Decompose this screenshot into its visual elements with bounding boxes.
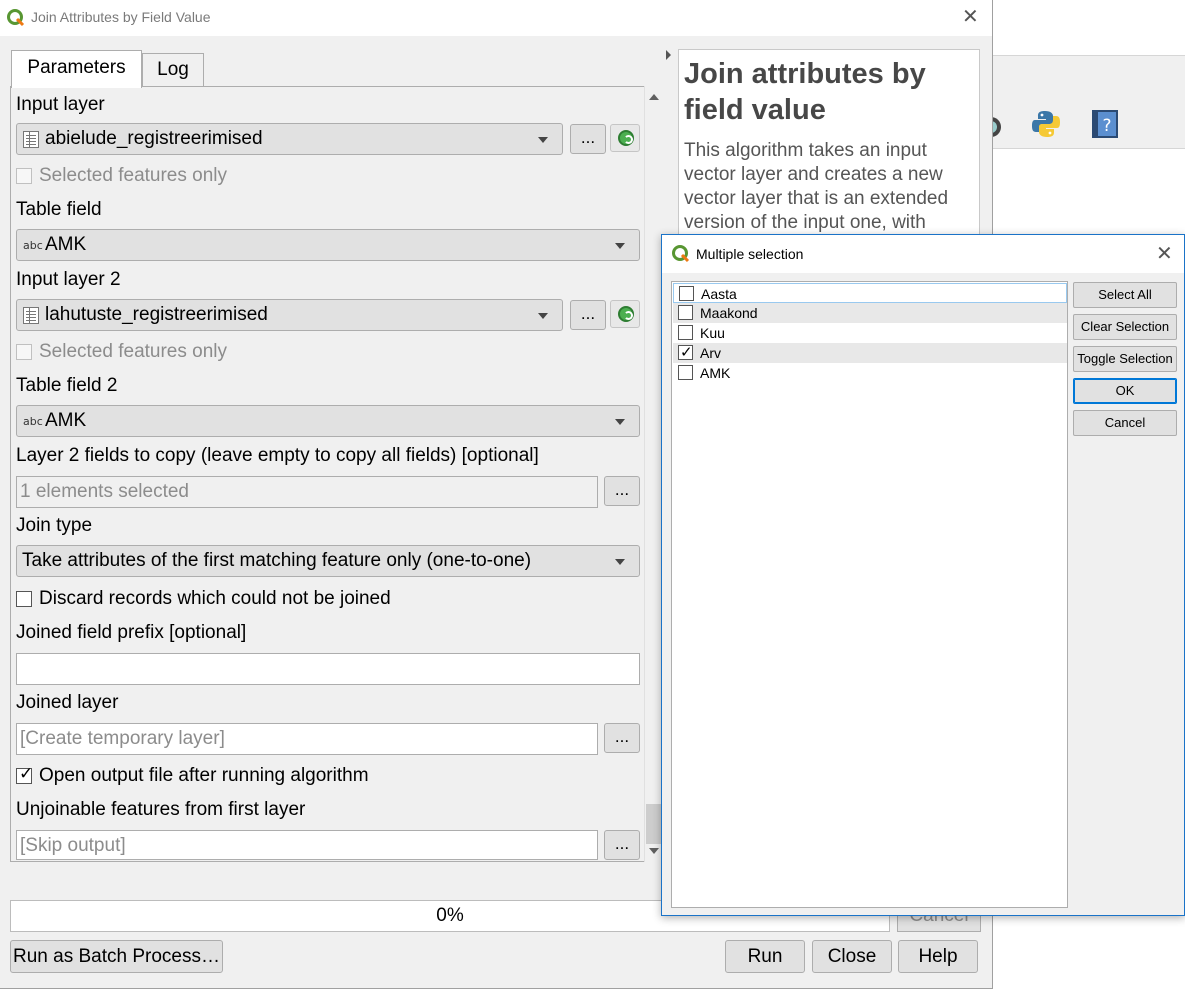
table-field-value: AMK (45, 234, 87, 255)
item-checkbox[interactable] (678, 325, 693, 340)
item-label: Arv (700, 345, 721, 361)
table-layer-icon (23, 131, 39, 148)
chevron-down-icon (615, 419, 625, 425)
prefix-label: Joined field prefix [optional] (16, 622, 247, 643)
help-description: This algorithm takes an input vector lay… (684, 140, 949, 233)
cancel-button[interactable]: Cancel (1073, 410, 1177, 436)
iterate-icon[interactable] (610, 300, 640, 328)
qgis-logo-icon (7, 9, 25, 27)
discard-label: Discard records which could not be joine… (39, 588, 391, 609)
list-item[interactable]: Maakond (673, 303, 1067, 323)
table-field2-value: AMK (45, 410, 87, 431)
item-label: AMK (700, 365, 731, 381)
toggle-selection-button[interactable]: Toggle Selection (1073, 346, 1177, 372)
unjoinable-input[interactable]: [Skip output] (16, 830, 598, 860)
close-button[interactable]: Close (812, 940, 892, 973)
input-layer2-value: lahutuste_registreerimised (45, 304, 268, 325)
collapse-panel-arrow-icon[interactable] (666, 50, 671, 60)
chevron-down-icon (615, 243, 625, 249)
join-type-combo[interactable]: Take attributes of the first matching fe… (16, 545, 640, 577)
dialog-title: Join Attributes by Field Value (31, 9, 211, 25)
tab-log[interactable]: Log (142, 53, 204, 87)
chevron-down-icon (538, 313, 548, 319)
open-output-label: Open output file after running algorithm (39, 765, 369, 786)
list-item[interactable]: ✓ Arv (673, 343, 1067, 363)
scroll-down-icon[interactable] (649, 848, 659, 854)
fields-to-copy-field: 1 elements selected (16, 476, 598, 508)
run-batch-button[interactable]: Run as Batch Process… (10, 940, 223, 973)
item-checkbox[interactable] (679, 286, 694, 301)
list-item[interactable]: AMK (673, 363, 1067, 383)
ok-button[interactable]: OK (1073, 378, 1177, 404)
close-icon[interactable]: ✕ (962, 7, 979, 27)
select-all-button[interactable]: Select All (1073, 282, 1177, 308)
joined-layer-label: Joined layer (16, 692, 119, 713)
help-panel: Join attributes by field value This algo… (678, 49, 980, 239)
selected-only2-label: Selected features only (39, 341, 228, 362)
globe-icon[interactable] (981, 109, 1017, 139)
fields-to-copy-label: Layer 2 fields to copy (leave empty to c… (16, 445, 539, 466)
run-button[interactable]: Run (725, 940, 805, 973)
input-layer2-label: Input layer 2 (16, 269, 121, 290)
chevron-down-icon (615, 559, 625, 565)
list-item[interactable]: Aasta (673, 283, 1067, 303)
chevron-down-icon (538, 137, 548, 143)
clear-selection-button[interactable]: Clear Selection (1073, 314, 1177, 340)
tab-parameters[interactable]: Parameters (11, 50, 142, 88)
item-checkbox[interactable] (678, 365, 693, 380)
field-list: Aasta Maakond Kuu ✓ Arv AMK (671, 281, 1068, 908)
scroll-up-icon[interactable] (649, 94, 659, 100)
table-field-combo[interactable]: abc AMK (16, 229, 640, 261)
svg-text:?: ? (1102, 116, 1111, 136)
table-field2-label: Table field 2 (16, 375, 118, 396)
text-field-icon: abc (23, 415, 43, 428)
checkmark-icon: ✓ (680, 343, 693, 361)
parameters-scrollbar[interactable] (644, 86, 662, 862)
item-label: Kuu (700, 325, 725, 341)
fields-to-copy-browse-button[interactable]: ... (604, 476, 640, 506)
prefix-input[interactable] (16, 653, 640, 685)
help-button[interactable]: Help (898, 940, 978, 973)
join-type-label: Join type (16, 515, 93, 536)
input-layer2-browse-button[interactable]: ... (570, 300, 606, 330)
open-output-checkbox[interactable]: ✓ (16, 764, 33, 784)
item-label: Maakond (700, 305, 758, 321)
iterate-icon[interactable] (610, 124, 640, 152)
list-item[interactable]: Kuu (673, 323, 1067, 343)
background-toolbar (993, 55, 1185, 149)
dialog-titlebar: Join Attributes by Field Value ✕ (0, 0, 992, 36)
multiple-selection-titlebar: Multiple selection ✕ (662, 235, 1184, 273)
item-checkbox[interactable] (678, 305, 693, 320)
table-field-label: Table field (16, 199, 102, 220)
unjoinable-browse-button[interactable]: ... (604, 830, 640, 860)
joined-layer-input[interactable]: [Create temporary layer] (16, 723, 598, 755)
python-icon[interactable] (1031, 109, 1060, 139)
selected-only2-checkbox[interactable] (16, 344, 32, 360)
input-layer-label: Input layer (16, 94, 105, 115)
selected-only-checkbox[interactable] (16, 168, 32, 184)
joined-layer-browse-button[interactable]: ... (604, 723, 640, 753)
input-layer-combo[interactable]: abielude_registreerimised (16, 123, 563, 155)
table-field2-combo[interactable]: abc AMK (16, 405, 640, 437)
table-layer-icon (23, 307, 39, 324)
selected-only-label: Selected features only (39, 165, 228, 186)
input-layer2-combo[interactable]: lahutuste_registreerimised (16, 299, 563, 331)
qgis-logo-icon (672, 245, 690, 263)
text-field-icon: abc (23, 239, 43, 252)
item-checkbox[interactable]: ✓ (678, 343, 693, 361)
help-title: Join attributes by field value (684, 58, 926, 126)
multiple-selection-title: Multiple selection (696, 246, 804, 262)
multiple-selection-dialog: Multiple selection ✕ Aasta Maakond Kuu ✓… (661, 234, 1185, 916)
item-label: Aasta (701, 286, 737, 302)
input-layer-browse-button[interactable]: ... (570, 124, 606, 154)
discard-checkbox[interactable] (16, 591, 32, 607)
close-icon[interactable]: ✕ (1156, 244, 1173, 264)
unjoinable-label: Unjoinable features from first layer (16, 799, 306, 820)
scrollbar-thumb[interactable] (646, 804, 662, 844)
checkmark-icon: ✓ (19, 764, 34, 784)
input-layer-value: abielude_registreerimised (45, 128, 263, 149)
join-type-value: Take attributes of the first matching fe… (22, 550, 532, 571)
help-book-icon[interactable]: ? (1091, 109, 1119, 139)
